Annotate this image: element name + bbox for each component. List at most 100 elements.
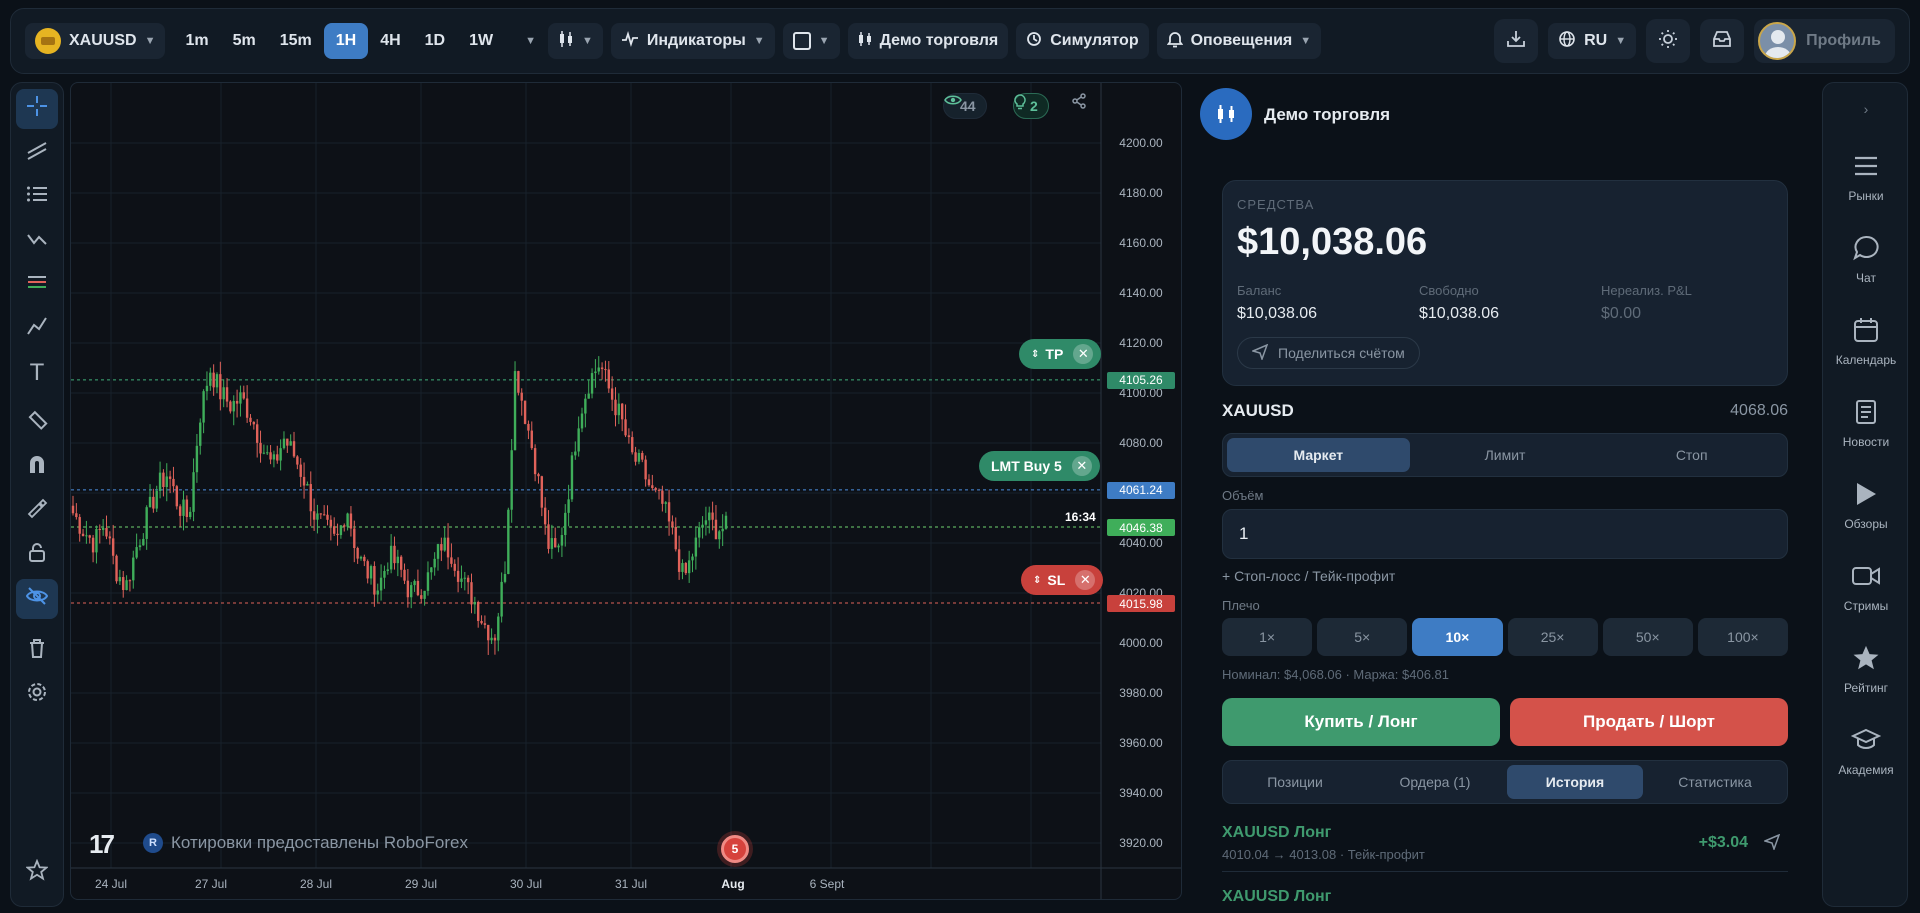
- timeframe-15m[interactable]: 15m: [268, 23, 324, 59]
- close-icon[interactable]: ✕: [1073, 344, 1094, 364]
- chart-canvas[interactable]: [71, 83, 1182, 900]
- rail-chat[interactable]: Чат: [1823, 231, 1909, 285]
- tradingview-logo[interactable]: 17: [89, 829, 115, 860]
- inbox-button[interactable]: [1700, 19, 1745, 63]
- rail-calendar[interactable]: Календарь: [1823, 313, 1909, 367]
- timeframe-5m[interactable]: 5m: [221, 23, 268, 59]
- leverage-5x[interactable]: 5×: [1317, 618, 1408, 656]
- tab-positions[interactable]: Позиции: [1227, 765, 1363, 799]
- tab-stop[interactable]: Стоп: [1600, 438, 1783, 472]
- candle-body: [423, 590, 426, 599]
- rail-streams[interactable]: Стримы: [1823, 559, 1909, 613]
- candle-body: [212, 372, 215, 388]
- candle-body: [309, 484, 312, 512]
- text-icon: T: [29, 359, 45, 386]
- timeframe-4h[interactable]: 4H: [368, 23, 412, 59]
- history-row[interactable]: XAUUSD Лонг 4010.04 → 4013.08 · Тейк-про…: [1222, 824, 1788, 872]
- close-icon[interactable]: ✕: [1071, 456, 1092, 476]
- leverage-50x[interactable]: 50×: [1602, 618, 1693, 656]
- symbol-selector[interactable]: XAUUSD ▼: [25, 23, 166, 59]
- ideas-count: 2: [1030, 98, 1038, 114]
- collapse-rail-button[interactable]: ›: [1823, 101, 1909, 119]
- fib-tool[interactable]: [16, 265, 58, 305]
- chart-type-button[interactable]: ▼: [547, 23, 603, 59]
- demo-trading-button[interactable]: Демо торговля: [847, 23, 1009, 59]
- share-chart-button[interactable]: [1071, 93, 1091, 119]
- more-timeframes-button[interactable]: ▼: [505, 23, 548, 59]
- take-profit-handle[interactable]: ⇕ TP ✕: [1019, 339, 1102, 369]
- text-tool[interactable]: T: [16, 353, 58, 393]
- close-icon[interactable]: ✕: [1075, 570, 1096, 590]
- timeframe-1m[interactable]: 1m: [173, 23, 220, 59]
- stop-loss-handle[interactable]: ⇕ SL ✕: [1021, 565, 1104, 595]
- time-axis-label: 30 Jul: [509, 877, 543, 891]
- candle-body: [95, 529, 98, 553]
- limit-order-handle[interactable]: LMT Buy 5 ✕: [979, 451, 1100, 481]
- language-selector[interactable]: RU ▼: [1548, 23, 1637, 59]
- rail-markets[interactable]: Рынки: [1823, 149, 1909, 203]
- alerts-button[interactable]: Оповещения ▼: [1156, 23, 1322, 59]
- candle-body: [369, 566, 373, 579]
- rail-reviews[interactable]: Обзоры: [1823, 477, 1909, 531]
- magnet-tool[interactable]: [16, 447, 58, 487]
- candle-body: [607, 369, 610, 389]
- tab-history[interactable]: История: [1507, 765, 1643, 799]
- profile-button[interactable]: Профиль: [1754, 19, 1895, 63]
- tab-market[interactable]: Маркет: [1227, 438, 1410, 472]
- data-provider-note[interactable]: R Котировки предоставлены RoboForex: [143, 833, 468, 853]
- price-chart[interactable]: 44 2 4200.00 4180.00 4160.00 4140.00 4120.00…: [70, 82, 1182, 900]
- favorites-tool[interactable]: [16, 853, 58, 893]
- indicators-button[interactable]: Индикаторы ▼: [610, 23, 775, 59]
- avatar: [1758, 22, 1797, 60]
- hide-drawings-tool[interactable]: [16, 579, 58, 619]
- simulator-button[interactable]: Симулятор: [1016, 23, 1149, 59]
- candle-body: [510, 450, 513, 510]
- rail-news[interactable]: Новости: [1823, 395, 1909, 449]
- crosshair-tool[interactable]: [16, 89, 58, 129]
- candle-body: [289, 441, 292, 446]
- rail-rating[interactable]: Рейтинг: [1823, 641, 1909, 695]
- candle-body: [353, 528, 356, 549]
- delete-drawings-tool[interactable]: [16, 631, 58, 671]
- timeframe-1w[interactable]: 1W: [457, 23, 505, 59]
- theme-toggle-button[interactable]: [1646, 19, 1691, 63]
- trend-line-tool[interactable]: [16, 133, 58, 173]
- list-tool[interactable]: [16, 177, 58, 217]
- lock-tool[interactable]: [16, 535, 58, 575]
- tab-statistics[interactable]: Статистика: [1647, 765, 1783, 799]
- events-badge[interactable]: 5: [721, 835, 749, 863]
- settings-tool[interactable]: [16, 675, 58, 715]
- brush-tool[interactable]: [16, 491, 58, 531]
- timeframe-1h[interactable]: 1H: [323, 23, 369, 59]
- add-sl-tp-link[interactable]: + Стоп-лосс / Тейк-профит: [1222, 568, 1395, 584]
- share-trade-button[interactable]: [1762, 833, 1781, 853]
- polyline-tool[interactable]: [16, 309, 58, 349]
- leverage-1x[interactable]: 1×: [1222, 618, 1313, 656]
- buy-long-button[interactable]: Купить / Лонг: [1222, 698, 1500, 746]
- candle-body: [641, 452, 644, 460]
- ideas-badge[interactable]: 2: [1013, 93, 1049, 119]
- tab-limit[interactable]: Лимит: [1414, 438, 1597, 472]
- watchers-badge[interactable]: 44: [943, 93, 987, 119]
- download-button[interactable]: [1494, 19, 1539, 63]
- pattern-tool[interactable]: [16, 221, 58, 261]
- candle-body: [71, 505, 75, 514]
- timeframe-1d[interactable]: 1D: [413, 23, 457, 59]
- leverage-25x[interactable]: 25×: [1507, 618, 1598, 656]
- sl-price-tag: 4015.98: [1107, 595, 1175, 613]
- candle-body: [175, 486, 179, 507]
- pnl-value: $0.00: [1601, 305, 1642, 322]
- sell-short-button[interactable]: Продать / Шорт: [1510, 698, 1788, 746]
- share-account-button[interactable]: Поделиться счётом: [1237, 337, 1420, 369]
- limit-order-label: LMT Buy 5: [991, 458, 1062, 474]
- leverage-100x[interactable]: 100×: [1697, 618, 1789, 656]
- volume-input[interactable]: [1222, 509, 1788, 559]
- leverage-10x[interactable]: 10×: [1412, 618, 1503, 656]
- price-axis-label: 4160.00: [1119, 236, 1163, 250]
- rail-academy[interactable]: Академия: [1823, 723, 1909, 777]
- history-row[interactable]: XAUUSD Лонг: [1222, 888, 1788, 906]
- tab-orders[interactable]: Ордера (1): [1367, 765, 1503, 799]
- candle-body: [319, 513, 323, 515]
- ruler-tool[interactable]: [16, 403, 58, 443]
- layout-button[interactable]: ▼: [782, 23, 840, 59]
